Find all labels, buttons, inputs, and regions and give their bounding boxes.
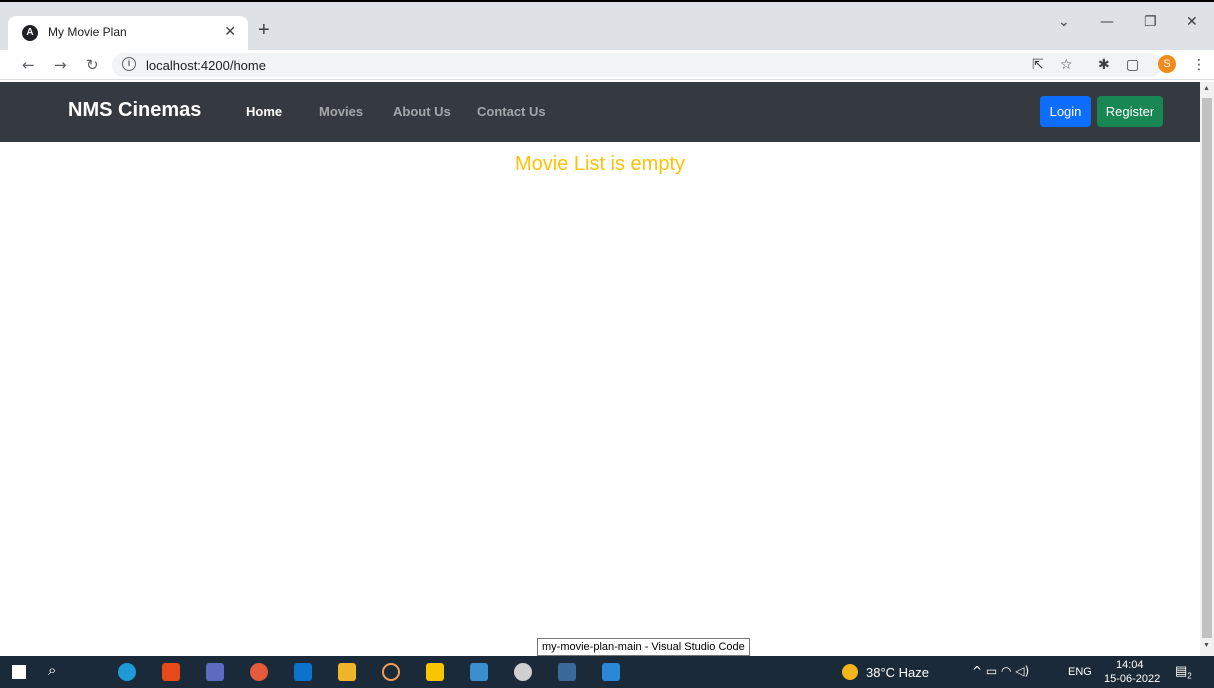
tab-title: My Movie Plan [48, 25, 127, 39]
site-navbar: NMS Cinemas Home Movies About Us Contact… [0, 82, 1200, 142]
close-window-icon[interactable]: ✕ [1186, 14, 1198, 30]
windows-taskbar: ⌕ 38°C Haze ^ ▭ ◠ ◁) ENG 14:04 15-06-202… [0, 656, 1214, 688]
nav-link-about-us[interactable]: About Us [393, 104, 451, 119]
address-bar[interactable]: i localhost:4200/home [112, 53, 1162, 77]
tab-close-icon[interactable]: ✕ [224, 23, 236, 40]
brand-logo[interactable]: NMS Cinemas [68, 99, 201, 122]
nav-link-home[interactable]: Home [246, 104, 282, 119]
office-icon[interactable] [162, 663, 180, 681]
side-panel-icon[interactable]: ▢ [1126, 57, 1139, 73]
bookmark-star-icon[interactable]: ☆ [1060, 57, 1073, 73]
angular-favicon-icon: A [22, 25, 38, 41]
profile-avatar[interactable]: S [1158, 55, 1176, 73]
vscode-icon[interactable] [602, 663, 620, 681]
url-text: localhost:4200/home [146, 58, 266, 73]
settings-gear-icon[interactable] [514, 663, 532, 681]
sticky-notes-icon[interactable] [426, 663, 444, 681]
notification-count: 2 [1187, 671, 1192, 681]
teams-icon[interactable] [206, 663, 224, 681]
tray-icons[interactable]: ^ ▭ ◠ ◁) [972, 664, 1029, 678]
forward-icon[interactable]: → [54, 56, 67, 74]
clock-date[interactable]: 15-06-2022 [1104, 673, 1160, 685]
register-button[interactable]: Register [1097, 96, 1163, 127]
page-scrollbar[interactable]: ▲ ▼ [1200, 82, 1214, 656]
extensions-icon[interactable]: ✱ [1098, 57, 1110, 73]
chrome-icon[interactable] [250, 663, 268, 681]
new-tab-icon[interactable]: + [258, 20, 270, 40]
outlook-icon[interactable] [294, 663, 312, 681]
nav-link-movies[interactable]: Movies [319, 104, 363, 119]
browser-tab[interactable]: A My Movie Plan ✕ [8, 16, 248, 50]
search-icon[interactable]: ⌕ [48, 662, 56, 679]
reload-icon[interactable]: ↻ [86, 56, 99, 74]
eclipse-icon[interactable] [382, 663, 400, 681]
network-tool-icon[interactable] [470, 663, 488, 681]
site-info-icon[interactable]: i [122, 57, 136, 71]
language-indicator[interactable]: ENG [1068, 666, 1092, 678]
database-tool-icon[interactable] [558, 663, 576, 681]
file-explorer-icon[interactable] [338, 663, 356, 681]
restore-icon[interactable]: ❐ [1144, 14, 1157, 30]
menu-icon[interactable]: ⋮ [1192, 57, 1206, 73]
nav-link-contact-us[interactable]: Contact Us [477, 104, 546, 119]
scroll-down-icon[interactable]: ▼ [1203, 642, 1210, 649]
weather-icon[interactable] [842, 664, 858, 680]
edge-icon[interactable] [118, 663, 136, 681]
back-icon[interactable]: ← [22, 56, 35, 74]
empty-movie-list-message: Movie List is empty [514, 153, 686, 175]
minimize-icon[interactable]: — [1100, 14, 1114, 30]
share-icon[interactable]: ⇱ [1032, 57, 1044, 73]
scroll-up-icon[interactable]: ▲ [1203, 85, 1210, 92]
browser-tab-strip: A My Movie Plan ✕ + ⌄ — ❐ ✕ [0, 2, 1214, 50]
windows-start-icon[interactable] [12, 665, 26, 679]
browser-toolbar: ← → ↻ i localhost:4200/home ⇱ ☆ ✱ ▢ ⋮ [0, 50, 1214, 80]
taskbar-tooltip: my-movie-plan-main - Visual Studio Code [537, 638, 750, 656]
scrollbar-thumb[interactable] [1202, 98, 1212, 638]
login-button[interactable]: Login [1040, 96, 1091, 127]
tab-search-icon[interactable]: ⌄ [1058, 14, 1070, 30]
notification-icon[interactable]: ▤2 [1175, 663, 1192, 681]
weather-text[interactable]: 38°C Haze [866, 665, 929, 680]
clock-time[interactable]: 14:04 [1116, 659, 1144, 671]
